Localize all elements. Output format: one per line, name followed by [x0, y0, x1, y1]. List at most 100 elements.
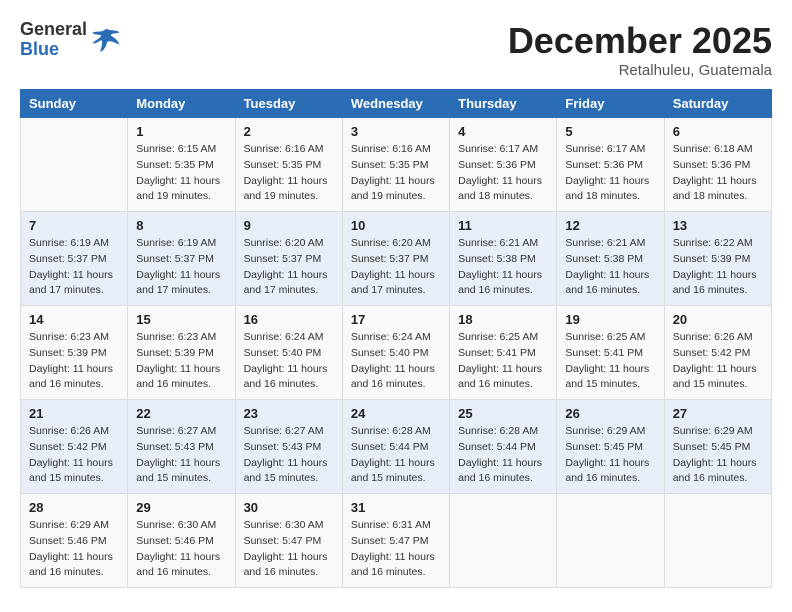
- day-info: Sunrise: 6:24 AMSunset: 5:40 PMDaylight:…: [351, 330, 441, 393]
- day-info: Sunrise: 6:25 AMSunset: 5:41 PMDaylight:…: [565, 330, 655, 393]
- day-info: Sunrise: 6:16 AMSunset: 5:35 PMDaylight:…: [351, 142, 441, 205]
- calendar-cell: 20Sunrise: 6:26 AMSunset: 5:42 PMDayligh…: [664, 306, 771, 400]
- day-info: Sunrise: 6:27 AMSunset: 5:43 PMDaylight:…: [244, 424, 334, 487]
- day-number: 8: [136, 218, 226, 233]
- day-number: 21: [29, 406, 119, 421]
- calendar-cell: 24 Sunrise: 6:28 AMSunset: 5:44 PMDayligh…: [342, 400, 449, 494]
- calendar-cell: 18Sunrise: 6:25 AMSunset: 5:41 PMDayligh…: [450, 306, 557, 400]
- week-row-0: 1 Sunrise: 6:15 AMSunset: 5:35 PMDaylight…: [21, 118, 772, 212]
- day-info: Sunrise: 6:19 AMSunset: 5:37 PMDaylight:…: [29, 236, 119, 299]
- calendar-cell: 23 Sunrise: 6:27 AMSunset: 5:43 PMDayligh…: [235, 400, 342, 494]
- calendar-cell: 11 Sunrise: 6:21 AMSunset: 5:38 PMDayligh…: [450, 212, 557, 306]
- day-number: 5: [565, 124, 655, 139]
- week-row-3: 21Sunrise: 6:26 AMSunset: 5:42 PMDayligh…: [21, 400, 772, 494]
- day-number: 30: [244, 500, 334, 515]
- day-number: 18: [458, 312, 548, 327]
- calendar-cell: 31 Sunrise: 6:31 AMSunset: 5:47 PMDayligh…: [342, 494, 449, 588]
- day-number: 22: [136, 406, 226, 421]
- calendar-header: SundayMondayTuesdayWednesdayThursdayFrid…: [21, 90, 772, 118]
- subtitle: Retalhuleu, Guatemala: [508, 62, 772, 79]
- day-info: Sunrise: 6:27 AMSunset: 5:43 PMDaylight:…: [136, 424, 226, 487]
- calendar-body: 1 Sunrise: 6:15 AMSunset: 5:35 PMDaylight…: [21, 118, 772, 588]
- calendar-cell: 3 Sunrise: 6:16 AMSunset: 5:35 PMDaylight…: [342, 118, 449, 212]
- day-number: 14: [29, 312, 119, 327]
- day-number: 28: [29, 500, 119, 515]
- logo-bird-icon: [91, 25, 121, 55]
- day-info: Sunrise: 6:29 AMSunset: 5:45 PMDaylight:…: [673, 424, 763, 487]
- calendar-cell: 30 Sunrise: 6:30 AMSunset: 5:47 PMDayligh…: [235, 494, 342, 588]
- day-number: 19: [565, 312, 655, 327]
- day-info: Sunrise: 6:23 AMSunset: 5:39 PMDaylight:…: [29, 330, 119, 393]
- day-info: Sunrise: 6:31 AMSunset: 5:47 PMDaylight:…: [351, 518, 441, 581]
- day-number: 17: [351, 312, 441, 327]
- day-info: Sunrise: 6:17 AMSunset: 5:36 PMDaylight:…: [565, 142, 655, 205]
- calendar-cell: 21Sunrise: 6:26 AMSunset: 5:42 PMDayligh…: [21, 400, 128, 494]
- calendar-cell: 2Sunrise: 6:16 AMSunset: 5:35 PMDaylight…: [235, 118, 342, 212]
- calendar-cell: [450, 494, 557, 588]
- day-info: Sunrise: 6:21 AMSunset: 5:38 PMDaylight:…: [458, 236, 548, 299]
- week-row-2: 14 Sunrise: 6:23 AMSunset: 5:39 PMDayligh…: [21, 306, 772, 400]
- calendar-cell: 22 Sunrise: 6:27 AMSunset: 5:43 PMDayligh…: [128, 400, 235, 494]
- day-info: Sunrise: 6:21 AMSunset: 5:38 PMDaylight:…: [565, 236, 655, 299]
- calendar-cell: 9 Sunrise: 6:20 AMSunset: 5:37 PMDaylight…: [235, 212, 342, 306]
- calendar-cell: 6 Sunrise: 6:18 AMSunset: 5:36 PMDaylight…: [664, 118, 771, 212]
- calendar-cell: 5 Sunrise: 6:17 AMSunset: 5:36 PMDaylight…: [557, 118, 664, 212]
- day-number: 27: [673, 406, 763, 421]
- calendar-cell: 15 Sunrise: 6:23 AMSunset: 5:39 PMDayligh…: [128, 306, 235, 400]
- header-cell-wednesday: Wednesday: [342, 90, 449, 118]
- calendar-cell: 27 Sunrise: 6:29 AMSunset: 5:45 PMDayligh…: [664, 400, 771, 494]
- day-number: 3: [351, 124, 441, 139]
- header-cell-saturday: Saturday: [664, 90, 771, 118]
- day-info: Sunrise: 6:20 AMSunset: 5:37 PMDaylight:…: [244, 236, 334, 299]
- day-number: 23: [244, 406, 334, 421]
- header-cell-thursday: Thursday: [450, 90, 557, 118]
- calendar-cell: 10 Sunrise: 6:20 AMSunset: 5:37 PMDayligh…: [342, 212, 449, 306]
- logo-general: General: [20, 20, 87, 40]
- day-info: Sunrise: 6:28 AMSunset: 5:44 PMDaylight:…: [351, 424, 441, 487]
- calendar-cell: 16 Sunrise: 6:24 AMSunset: 5:40 PMDayligh…: [235, 306, 342, 400]
- logo-blue: Blue: [20, 40, 87, 60]
- day-info: Sunrise: 6:24 AMSunset: 5:40 PMDaylight:…: [244, 330, 334, 393]
- page-header: General Blue December 2025 Retalhuleu, G…: [20, 20, 772, 79]
- day-info: Sunrise: 6:20 AMSunset: 5:37 PMDaylight:…: [351, 236, 441, 299]
- calendar-cell: 26Sunrise: 6:29 AMSunset: 5:45 PMDayligh…: [557, 400, 664, 494]
- day-number: 29: [136, 500, 226, 515]
- day-number: 16: [244, 312, 334, 327]
- day-number: 6: [673, 124, 763, 139]
- calendar-cell: 14 Sunrise: 6:23 AMSunset: 5:39 PMDayligh…: [21, 306, 128, 400]
- day-info: Sunrise: 6:18 AMSunset: 5:36 PMDaylight:…: [673, 142, 763, 205]
- calendar-cell: 25 Sunrise: 6:28 AMSunset: 5:44 PMDayligh…: [450, 400, 557, 494]
- day-info: Sunrise: 6:30 AMSunset: 5:47 PMDaylight:…: [244, 518, 334, 581]
- day-number: 12: [565, 218, 655, 233]
- week-row-4: 28Sunrise: 6:29 AMSunset: 5:46 PMDayligh…: [21, 494, 772, 588]
- day-number: 31: [351, 500, 441, 515]
- day-number: 13: [673, 218, 763, 233]
- day-number: 11: [458, 218, 548, 233]
- calendar-cell: 1 Sunrise: 6:15 AMSunset: 5:35 PMDaylight…: [128, 118, 235, 212]
- title-block: December 2025 Retalhuleu, Guatemala: [508, 20, 772, 79]
- day-info: Sunrise: 6:17 AMSunset: 5:36 PMDaylight:…: [458, 142, 548, 205]
- calendar-cell: 8Sunrise: 6:19 AMSunset: 5:37 PMDaylight…: [128, 212, 235, 306]
- day-info: Sunrise: 6:26 AMSunset: 5:42 PMDaylight:…: [673, 330, 763, 393]
- day-number: 10: [351, 218, 441, 233]
- month-title: December 2025: [508, 20, 772, 62]
- day-number: 4: [458, 124, 548, 139]
- calendar-cell: 4 Sunrise: 6:17 AMSunset: 5:36 PMDaylight…: [450, 118, 557, 212]
- day-number: 26: [565, 406, 655, 421]
- calendar-cell: 29Sunrise: 6:30 AMSunset: 5:46 PMDayligh…: [128, 494, 235, 588]
- day-number: 2: [244, 124, 334, 139]
- header-cell-sunday: Sunday: [21, 90, 128, 118]
- day-info: Sunrise: 6:28 AMSunset: 5:44 PMDaylight:…: [458, 424, 548, 487]
- logo: General Blue: [20, 20, 121, 60]
- day-info: Sunrise: 6:23 AMSunset: 5:39 PMDaylight:…: [136, 330, 226, 393]
- header-cell-tuesday: Tuesday: [235, 90, 342, 118]
- day-number: 25: [458, 406, 548, 421]
- day-number: 24: [351, 406, 441, 421]
- day-number: 9: [244, 218, 334, 233]
- day-number: 15: [136, 312, 226, 327]
- day-info: Sunrise: 6:15 AMSunset: 5:35 PMDaylight:…: [136, 142, 226, 205]
- calendar-cell: 17 Sunrise: 6:24 AMSunset: 5:40 PMDayligh…: [342, 306, 449, 400]
- day-number: 1: [136, 124, 226, 139]
- calendar-cell: 19 Sunrise: 6:25 AMSunset: 5:41 PMDayligh…: [557, 306, 664, 400]
- day-info: Sunrise: 6:22 AMSunset: 5:39 PMDaylight:…: [673, 236, 763, 299]
